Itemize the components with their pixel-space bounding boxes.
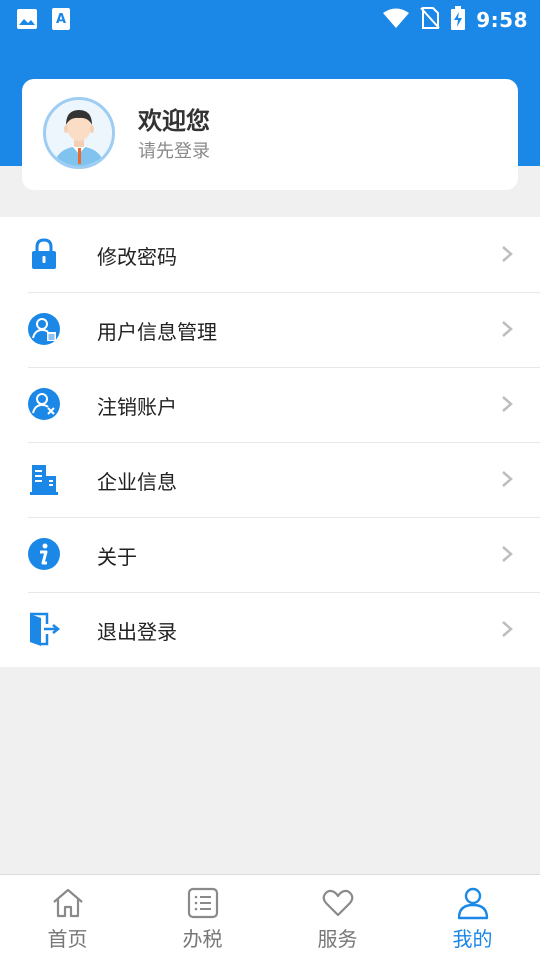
list-icon <box>187 887 218 919</box>
menu-item-label: 退出登录 <box>97 620 177 644</box>
login-prompt[interactable]: 请先登录 <box>138 137 210 163</box>
chevron-right-icon <box>500 544 514 564</box>
info-icon <box>27 537 61 571</box>
person-icon <box>457 887 488 920</box>
status-bar: A 9:58 <box>0 0 540 36</box>
text-a-icon: A <box>52 8 70 34</box>
clock-time: 9:58 <box>476 8 528 32</box>
tab-mine[interactable]: 我的 <box>405 875 540 960</box>
menu-item-label: 注销账户 <box>97 395 177 419</box>
home-icon <box>52 888 83 918</box>
chevron-right-icon <box>500 469 514 489</box>
heart-icon <box>322 889 353 917</box>
tab-label: 办税 <box>182 927 223 951</box>
tab-tax[interactable]: 办税 <box>135 875 270 960</box>
user-cancel-icon <box>27 387 61 421</box>
menu-item-about[interactable]: 关于 <box>0 517 540 592</box>
menu-item-logout[interactable]: 退出登录 <box>0 592 540 667</box>
image-icon <box>16 8 38 34</box>
settings-menu: 修改密码 用户信息管理 注销账户 企业信息 关于 退出登录 <box>0 217 540 667</box>
menu-item-change-password[interactable]: 修改密码 <box>0 217 540 292</box>
menu-item-label: 修改密码 <box>97 245 177 269</box>
chevron-right-icon <box>500 244 514 264</box>
no-sim-icon <box>420 7 440 33</box>
tab-label: 首页 <box>47 927 88 951</box>
logout-icon <box>27 612 61 646</box>
menu-item-label: 关于 <box>97 545 137 569</box>
bottom-tab-bar: 首页 办税 服务 我的 <box>0 874 540 960</box>
building-icon <box>27 462 61 496</box>
menu-item-label: 用户信息管理 <box>97 320 217 344</box>
chevron-right-icon <box>500 394 514 414</box>
tab-label: 我的 <box>452 927 493 951</box>
welcome-title: 欢迎您 <box>138 107 210 135</box>
tab-label: 服务 <box>317 927 358 951</box>
lock-icon <box>27 237 61 271</box>
chevron-right-icon <box>500 319 514 339</box>
user-info-icon <box>27 312 61 346</box>
chevron-right-icon <box>500 619 514 639</box>
user-avatar-icon[interactable] <box>43 97 115 169</box>
svg-text:A: A <box>56 12 66 27</box>
battery-charging-icon <box>450 6 466 34</box>
menu-item-cancel-account[interactable]: 注销账户 <box>0 367 540 442</box>
wifi-icon <box>382 7 410 33</box>
tab-home[interactable]: 首页 <box>0 875 135 960</box>
menu-item-label: 企业信息 <box>97 470 177 494</box>
tab-service[interactable]: 服务 <box>270 875 405 960</box>
profile-card[interactable]: 欢迎您 请先登录 <box>22 79 518 190</box>
menu-item-user-info[interactable]: 用户信息管理 <box>0 292 540 367</box>
menu-item-company-info[interactable]: 企业信息 <box>0 442 540 517</box>
